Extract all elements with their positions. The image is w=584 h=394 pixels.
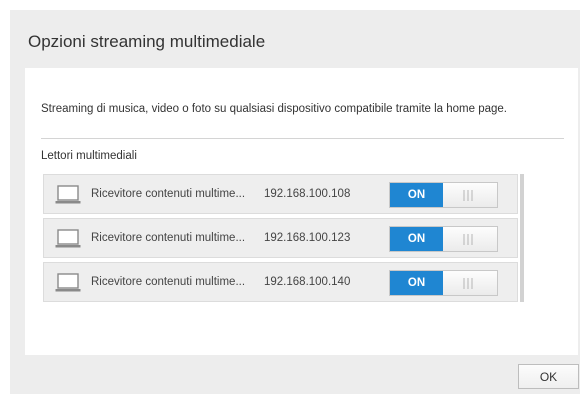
laptop-icon [55, 185, 81, 204]
toggle-handle[interactable] [443, 271, 497, 295]
list-item: Ricevitore contenuti multime... 192.168.… [43, 174, 518, 214]
toggle-on-label: ON [390, 183, 443, 207]
streaming-toggle[interactable]: ON [389, 270, 498, 296]
laptop-icon [55, 273, 81, 292]
player-ip: 192.168.100.140 [264, 276, 351, 288]
dialog-title: Opzioni streaming multimediale [28, 32, 266, 51]
laptop-icon [55, 229, 81, 248]
media-streaming-dialog: Opzioni streaming multimediale Streaming… [10, 10, 580, 394]
section-label: Lettori multimediali [41, 150, 137, 162]
player-name: Ricevitore contenuti multime... [91, 276, 246, 288]
divider [41, 138, 564, 139]
toggle-handle[interactable] [443, 183, 497, 207]
player-ip: 192.168.100.123 [264, 232, 351, 244]
player-name: Ricevitore contenuti multime... [91, 232, 246, 244]
list-item: Ricevitore contenuti multime... 192.168.… [43, 218, 518, 258]
streaming-toggle[interactable]: ON [389, 182, 498, 208]
media-player-list[interactable]: Ricevitore contenuti multime... 192.168.… [43, 174, 526, 304]
content-panel: Streaming di musica, video o foto su qua… [25, 68, 578, 355]
list-scrollbar[interactable] [520, 174, 524, 302]
grip-icon [463, 190, 473, 201]
streaming-toggle[interactable]: ON [389, 226, 498, 252]
toggle-handle[interactable] [443, 227, 497, 251]
player-name: Ricevitore contenuti multime... [91, 188, 246, 200]
player-ip: 192.168.100.108 [264, 188, 351, 200]
list-item: Ricevitore contenuti multime... 192.168.… [43, 262, 518, 302]
toggle-on-label: ON [390, 271, 443, 295]
grip-icon [463, 234, 473, 245]
ok-button[interactable]: OK [518, 364, 579, 389]
grip-icon [463, 278, 473, 289]
toggle-on-label: ON [390, 227, 443, 251]
description-text: Streaming di musica, video o foto su qua… [41, 103, 507, 115]
